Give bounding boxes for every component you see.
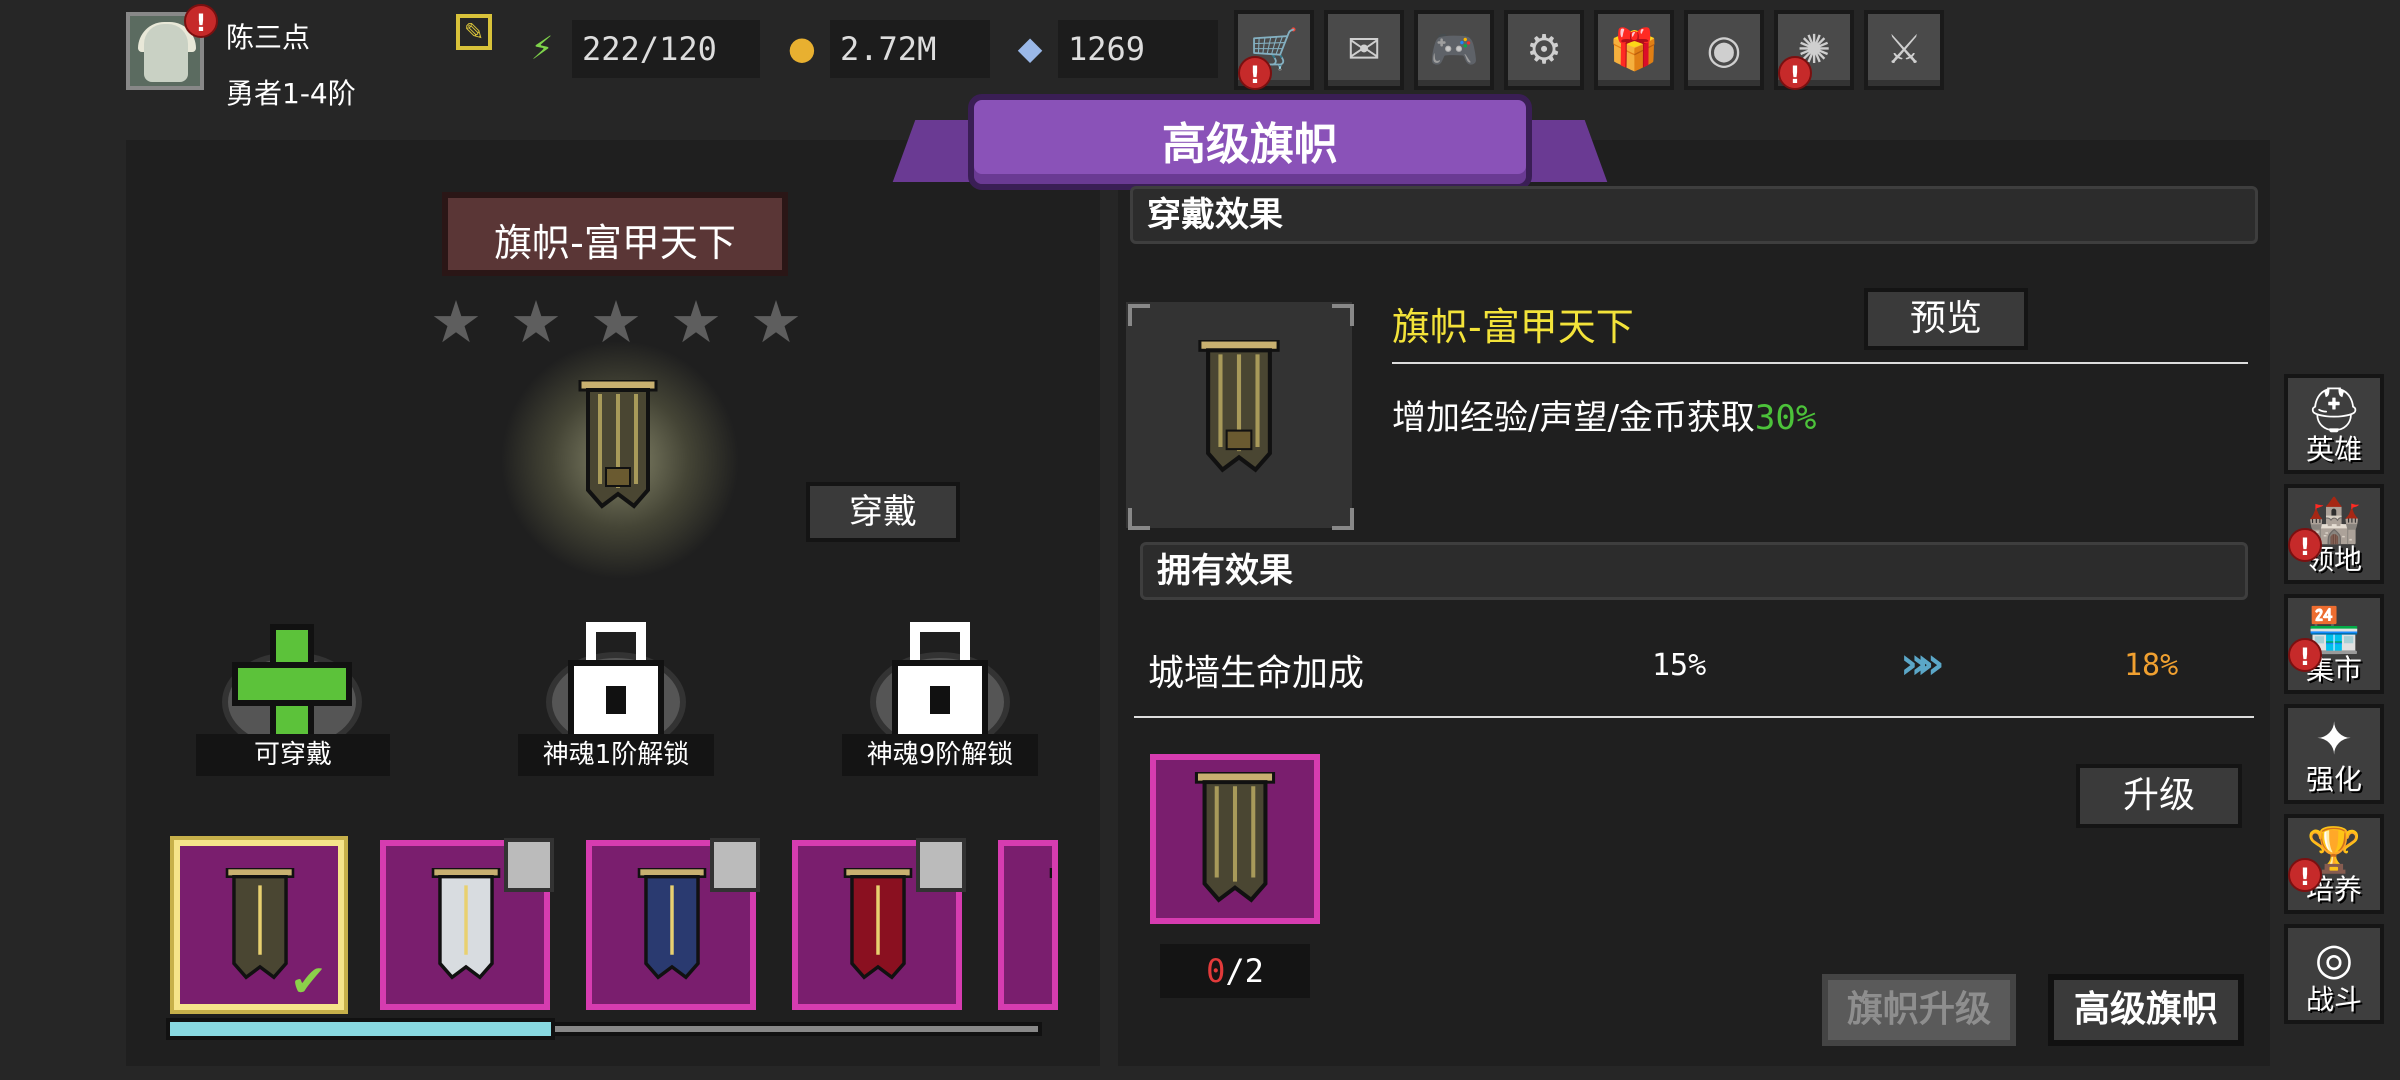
gold-coin-icon: ● (788, 29, 816, 67)
own-stat-name: 城墙生命加成 (1148, 653, 1365, 694)
flag-material-image (1194, 772, 1276, 903)
wear-effect-line: 增加经验/声望/金币获取30% (1392, 390, 1816, 439)
padlock-icon (916, 838, 966, 892)
padlock-keyhole (930, 686, 950, 714)
frame-corner (1332, 304, 1354, 326)
wear-button[interactable]: 穿戴 (806, 482, 960, 542)
star-icon: ★ (430, 288, 482, 356)
flag-card-banner (637, 868, 707, 980)
slot-label-2: 神魂1阶解锁 (518, 734, 714, 776)
flag-card[interactable] (998, 840, 1058, 1010)
effect-value: 30% (1754, 398, 1817, 438)
preview-button[interactable]: 预览 (1864, 288, 2028, 350)
energy-value: 222/120 (572, 20, 760, 78)
flag-card-banner (1049, 868, 1052, 878)
flag-name: 旗帜-富甲天下 (494, 221, 736, 265)
equipped-check-icon: ✔ (290, 956, 327, 1007)
gem-icon: ◆ (1017, 29, 1043, 67)
color-wheel-icon[interactable]: ◉ (1684, 10, 1764, 90)
tab-flag-upgrade[interactable]: 旗帜升级 (1822, 974, 2016, 1046)
padlock-icon (504, 838, 554, 892)
frame-corner (1128, 508, 1150, 530)
effect-text: 增加经验/声望/金币获取 (1392, 398, 1755, 438)
gold-value: 2.72M (830, 20, 990, 78)
side-nav-label: 强化 (2305, 763, 2362, 796)
material-required: /2 (1225, 952, 1264, 990)
player-rank: 勇者1-4阶 (226, 77, 356, 110)
star-icon: ★ (670, 288, 722, 356)
material-current: 0 (1206, 952, 1226, 990)
flag-banner-image (578, 380, 658, 509)
side-nav-label: 战斗 (2305, 983, 2362, 1016)
alert-badge: ! (2288, 638, 2322, 672)
side-nav-gem-frame[interactable]: ✦ 强化 (2284, 704, 2384, 804)
upgrade-button[interactable]: 升级 (2076, 764, 2242, 828)
flag-card-banner (431, 868, 501, 980)
energy-icon: ⚡ (530, 29, 554, 67)
upgrade-material-card[interactable] (1150, 754, 1320, 924)
alert-badge: ! (2288, 528, 2322, 562)
alert-badge: ! (1238, 56, 1272, 90)
flag-card-banner (225, 868, 295, 980)
material-count: 0/2 (1160, 944, 1310, 998)
own-effect-header: 拥有效果 (1140, 542, 2248, 600)
gift-icon[interactable]: 🎁 (1594, 10, 1674, 90)
divider (1392, 362, 2248, 364)
alert-badge: ! (1778, 56, 1812, 90)
page-title: 高级旗帜 (1162, 119, 1338, 170)
own-stat-current: 15% (1652, 648, 1707, 683)
side-nav-label: 英雄 (2305, 433, 2362, 466)
flag-list-scroll-thumb[interactable] (166, 1018, 555, 1040)
gem-value: 1269 (1058, 20, 1218, 78)
star-icon: ★ (750, 288, 802, 356)
avatar-alert-badge: ! (184, 4, 218, 38)
add-plus-icon[interactable] (232, 662, 352, 706)
gamepad-icon[interactable]: 🎮 (1414, 10, 1494, 90)
avatar-face (144, 24, 188, 82)
side-nav-portal[interactable]: ◎ 战斗 (2284, 924, 2384, 1024)
flag-item-image (1198, 340, 1280, 473)
edit-name-icon[interactable]: ✎ (456, 14, 492, 50)
mail-icon[interactable]: ✉ (1324, 10, 1404, 90)
crossed-swords-icon[interactable]: ⚔ (1864, 10, 1944, 90)
wear-effect-header: 穿戴效果 (1130, 186, 2258, 244)
player-name: 陈三点 (226, 21, 311, 54)
item-name: 旗帜-富甲天下 (1392, 305, 1634, 349)
flag-card-banner (843, 868, 913, 980)
padlock-keyhole (606, 686, 626, 714)
slot-label-1: 可穿戴 (196, 734, 390, 776)
side-nav-helmet[interactable]: ⛑ 英雄 (2284, 374, 2384, 474)
double-chevron-right-icon: »» (1900, 638, 1945, 689)
gear-icon[interactable]: ⚙ (1504, 10, 1584, 90)
padlock-icon (710, 838, 760, 892)
star-icon: ★ (510, 288, 562, 356)
frame-corner (1332, 508, 1354, 530)
alert-badge: ! (2288, 858, 2322, 892)
frame-corner (1128, 304, 1150, 326)
tab-advanced-flag[interactable]: 高级旗帜 (2048, 974, 2244, 1046)
divider (1134, 716, 2254, 718)
own-stat-next: 18% (2124, 648, 2179, 683)
slot-label-3: 神魂9阶解锁 (842, 734, 1038, 776)
flag-detail-panel (1118, 140, 2270, 1066)
